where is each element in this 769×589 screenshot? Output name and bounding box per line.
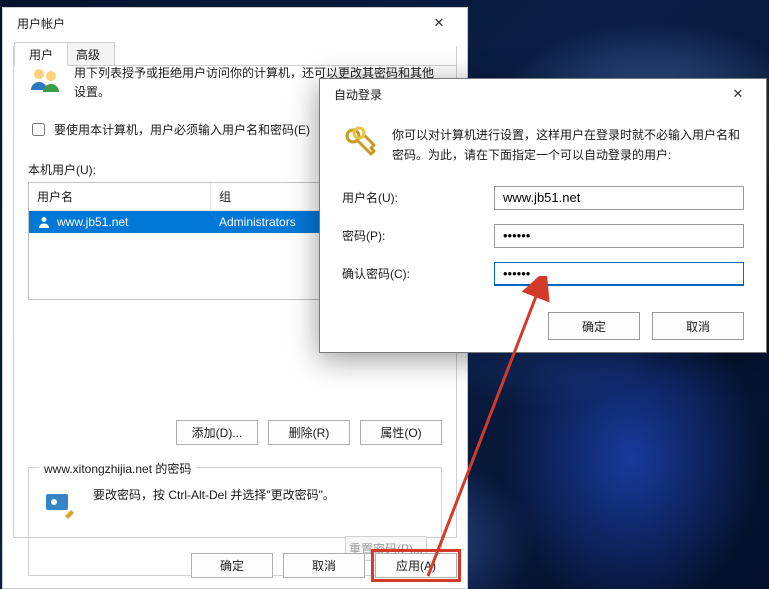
window-footer: 确定 取消 应用(A) — [13, 553, 457, 578]
password-row: 密码(P): — [342, 224, 744, 248]
cell-username-text: www.jb51.net — [57, 215, 128, 229]
username-row: 用户名(U): — [342, 186, 744, 210]
confirm-label: 确认密码(C): — [342, 265, 494, 282]
password-group-legend: www.xitongzhijia.net 的密码 — [39, 460, 196, 477]
auto-login-dialog: 自动登录 ✕ 你可以对计算机进行设置，这样用户在登录时就不必输入用户名和密码。为… — [319, 78, 767, 353]
remove-button[interactable]: 删除(R) — [268, 420, 350, 445]
cancel-button[interactable]: 取消 — [283, 553, 365, 578]
apply-button[interactable]: 应用(A) — [375, 553, 457, 578]
confirm-input[interactable] — [494, 262, 744, 286]
cell-group: Administrators — [211, 215, 304, 229]
add-button[interactable]: 添加(D)... — [176, 420, 258, 445]
dialog-ok-button[interactable]: 确定 — [548, 312, 640, 340]
close-icon[interactable]: ✕ — [417, 9, 461, 37]
dialog-close-icon[interactable]: ✕ — [716, 80, 760, 108]
dialog-titlebar[interactable]: 自动登录 ✕ — [320, 79, 766, 109]
cell-username: www.jb51.net — [29, 215, 211, 229]
titlebar[interactable]: 用户帐户 ✕ — [3, 8, 467, 38]
users-icon — [28, 64, 62, 98]
keys-icon — [342, 125, 378, 161]
dialog-footer: 确定 取消 — [320, 300, 766, 352]
ok-button[interactable]: 确定 — [191, 553, 273, 578]
username-label: 用户名(U): — [342, 189, 494, 206]
tab-advanced[interactable]: 高级 — [61, 42, 115, 66]
dialog-intro: 你可以对计算机进行设置，这样用户在登录时就不必输入用户名和密码。为此，请在下面指… — [342, 125, 744, 166]
username-input[interactable] — [494, 186, 744, 210]
dialog-cancel-button[interactable]: 取消 — [652, 312, 744, 340]
password-input[interactable] — [494, 224, 744, 248]
require-login-label: 要使用本计算机，用户必须输入用户名和密码(E) — [54, 121, 310, 138]
require-login-checkbox[interactable] — [32, 123, 45, 136]
properties-button[interactable]: 属性(O) — [360, 420, 442, 445]
confirm-row: 确认密码(C): — [342, 262, 744, 286]
window-title: 用户帐户 — [17, 15, 65, 32]
dialog-body: 你可以对计算机进行设置，这样用户在登录时就不必输入用户名和密码。为此，请在下面指… — [320, 109, 766, 314]
dialog-title: 自动登录 — [334, 86, 382, 103]
col-username[interactable]: 用户名 — [29, 183, 211, 210]
tab-users[interactable]: 用户 — [14, 42, 68, 66]
user-action-buttons: 添加(D)... 删除(R) 属性(O) — [28, 420, 442, 445]
dialog-intro-text: 你可以对计算机进行设置，这样用户在登录时就不必输入用户名和密码。为此，请在下面指… — [392, 125, 744, 166]
password-group-text: 要改密码，按 Ctrl-Alt-Del 并选择"更改密码"。 — [93, 486, 335, 522]
password-label: 密码(P): — [342, 227, 494, 244]
user-avatar-icon — [37, 215, 51, 229]
keycard-icon — [43, 486, 79, 522]
